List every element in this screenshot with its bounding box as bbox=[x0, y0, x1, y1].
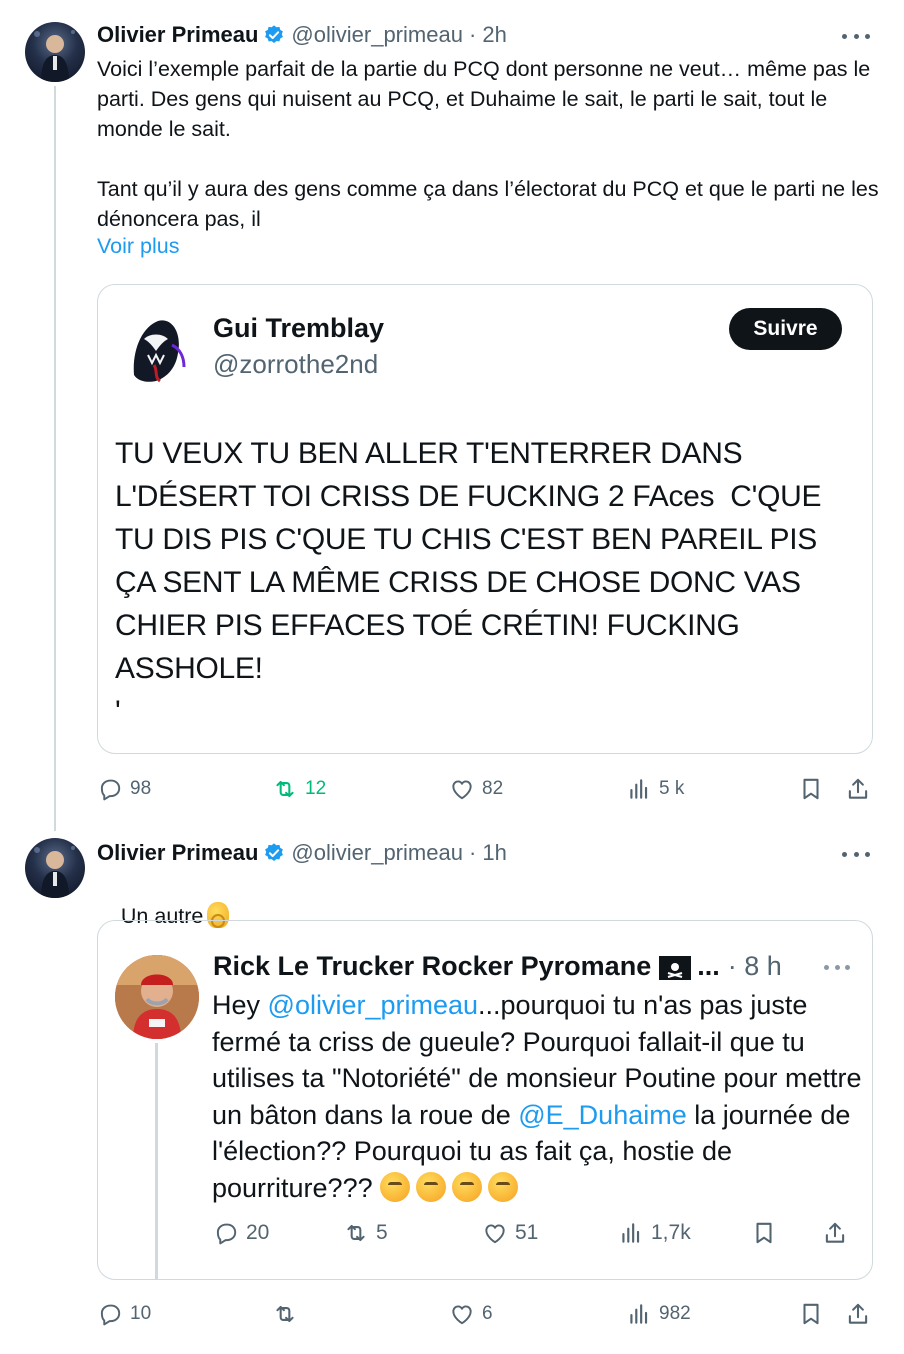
reply-icon bbox=[100, 779, 121, 801]
retweet-button[interactable]: 5 bbox=[343, 1218, 388, 1248]
views-count: 1,7k bbox=[651, 1221, 691, 1244]
like-button[interactable]: 82 bbox=[449, 774, 503, 804]
reply-icon bbox=[100, 1304, 121, 1326]
retweet-icon bbox=[347, 1224, 365, 1242]
views-icon bbox=[622, 1223, 640, 1243]
views-button[interactable]: 982 bbox=[626, 1299, 691, 1329]
views-count: 5 k bbox=[659, 778, 685, 799]
quoted-text-part: Hey bbox=[212, 990, 268, 1020]
retweet-icon bbox=[276, 1305, 294, 1323]
mention-link[interactable]: @E_Duhaime bbox=[518, 1100, 687, 1130]
verified-badge-icon bbox=[263, 842, 285, 864]
retweet-button[interactable]: 12 bbox=[272, 774, 326, 804]
quoted-avatar[interactable] bbox=[115, 955, 199, 1039]
quoted-avatar[interactable] bbox=[114, 305, 198, 389]
share-icon bbox=[848, 1303, 868, 1324]
bookmark-button[interactable] bbox=[798, 774, 824, 804]
quoted-tweet-card[interactable]: Gui Tremblay @zorrothe2nd Suivre TU VEUX… bbox=[97, 284, 873, 754]
thinking-face-emoji-icon bbox=[488, 1171, 519, 1202]
thinking-face-emoji-icon bbox=[452, 1171, 483, 1202]
like-count: 6 bbox=[482, 1303, 493, 1324]
views-icon bbox=[630, 1304, 648, 1324]
like-button[interactable]: 51 bbox=[482, 1218, 538, 1248]
heart-icon bbox=[485, 1224, 505, 1244]
views-icon bbox=[630, 779, 648, 799]
author-handle[interactable]: @olivier_primeau bbox=[291, 840, 463, 866]
tweet-time[interactable]: · 1h bbox=[469, 840, 507, 866]
reply-count: 20 bbox=[246, 1221, 270, 1244]
name-ellipsis: ... bbox=[697, 951, 720, 981]
bookmark-icon bbox=[803, 1303, 819, 1325]
quoted-tweet-header: Rick Le Trucker Rocker Pyromane ... · 8 … bbox=[213, 951, 782, 982]
heart-icon bbox=[452, 1305, 472, 1325]
see-more-link[interactable]: Voir plus bbox=[97, 234, 179, 259]
avatar[interactable] bbox=[25, 838, 85, 898]
quoted-tweet-card[interactable]: Rick Le Trucker Rocker Pyromane ... · 8 … bbox=[97, 920, 873, 1280]
share-button[interactable] bbox=[845, 1299, 871, 1329]
share-icon bbox=[825, 1222, 845, 1243]
like-count: 51 bbox=[515, 1221, 539, 1244]
quoted-tweet-actions: 20 5 51 1,7k bbox=[98, 1218, 872, 1248]
quoted-author-name[interactable]: Rick Le Trucker Rocker Pyromane bbox=[213, 951, 651, 982]
author-name[interactable]: Olivier Primeau bbox=[97, 22, 258, 48]
heart-icon bbox=[452, 780, 472, 800]
reply-button[interactable]: 20 bbox=[213, 1218, 269, 1248]
quoted-tweet-time[interactable]: · 8 h bbox=[728, 951, 782, 982]
share-button[interactable] bbox=[845, 774, 871, 804]
author-handle[interactable]: @olivier_primeau bbox=[291, 22, 463, 48]
thread-connector-line bbox=[54, 86, 56, 831]
views-count: 982 bbox=[659, 1303, 691, 1324]
like-count: 82 bbox=[482, 778, 504, 799]
bookmark-icon bbox=[803, 778, 819, 800]
retweet-count: 5 bbox=[376, 1221, 388, 1244]
tweet-actions: 98 12 82 5 k bbox=[0, 774, 904, 804]
bookmark-icon bbox=[756, 1222, 772, 1244]
tweet-time[interactable]: · 2h bbox=[469, 22, 507, 48]
retweet-icon bbox=[276, 780, 294, 798]
tweet-text: Voici l’exemple parfait de la partie du … bbox=[97, 57, 879, 231]
reply-button[interactable]: 10 bbox=[97, 1299, 151, 1329]
quoted-author-handle[interactable]: @zorrothe2nd bbox=[213, 349, 378, 380]
quoted-tweet-text: TU VEUX TU BEN ALLER T'ENTERRER DANS L'D… bbox=[115, 437, 822, 728]
retweet-count: 12 bbox=[305, 778, 327, 799]
thinking-face-emoji-icon bbox=[380, 1171, 411, 1202]
bookmark-button[interactable] bbox=[751, 1218, 777, 1248]
tweet-header: Olivier Primeau @olivier_primeau · 2h bbox=[97, 20, 507, 50]
avatar[interactable] bbox=[25, 22, 85, 82]
more-options-icon[interactable] bbox=[842, 26, 870, 46]
mention-link[interactable]: @olivier_primeau bbox=[268, 990, 479, 1020]
reply-count: 98 bbox=[130, 778, 152, 799]
tweet-actions: 10 6 982 bbox=[0, 1299, 904, 1329]
pirate-flag-icon bbox=[659, 955, 692, 980]
tweet-header: Olivier Primeau @olivier_primeau · 1h bbox=[97, 838, 507, 868]
reply-button[interactable]: 98 bbox=[97, 774, 151, 804]
like-button[interactable]: 6 bbox=[449, 1299, 493, 1329]
follow-button[interactable]: Suivre bbox=[729, 308, 842, 350]
quoted-author-name[interactable]: Gui Tremblay bbox=[213, 313, 384, 344]
views-button[interactable]: 5 k bbox=[626, 774, 684, 804]
author-name[interactable]: Olivier Primeau bbox=[97, 840, 258, 866]
retweet-button[interactable] bbox=[272, 1299, 305, 1329]
thinking-face-emoji-icon bbox=[416, 1171, 447, 1202]
quoted-more-options-icon[interactable] bbox=[824, 965, 850, 973]
verified-badge-icon bbox=[263, 24, 285, 46]
share-button[interactable] bbox=[822, 1218, 848, 1248]
views-button[interactable]: 1,7k bbox=[618, 1218, 691, 1248]
reply-icon bbox=[216, 1223, 237, 1245]
quoted-tweet-text: Hey @olivier_primeau...pourquoi tu n'as … bbox=[212, 987, 862, 1206]
bookmark-button[interactable] bbox=[798, 1299, 824, 1329]
reply-count: 10 bbox=[130, 1303, 152, 1324]
share-icon bbox=[848, 778, 868, 799]
more-options-icon[interactable] bbox=[842, 844, 870, 864]
